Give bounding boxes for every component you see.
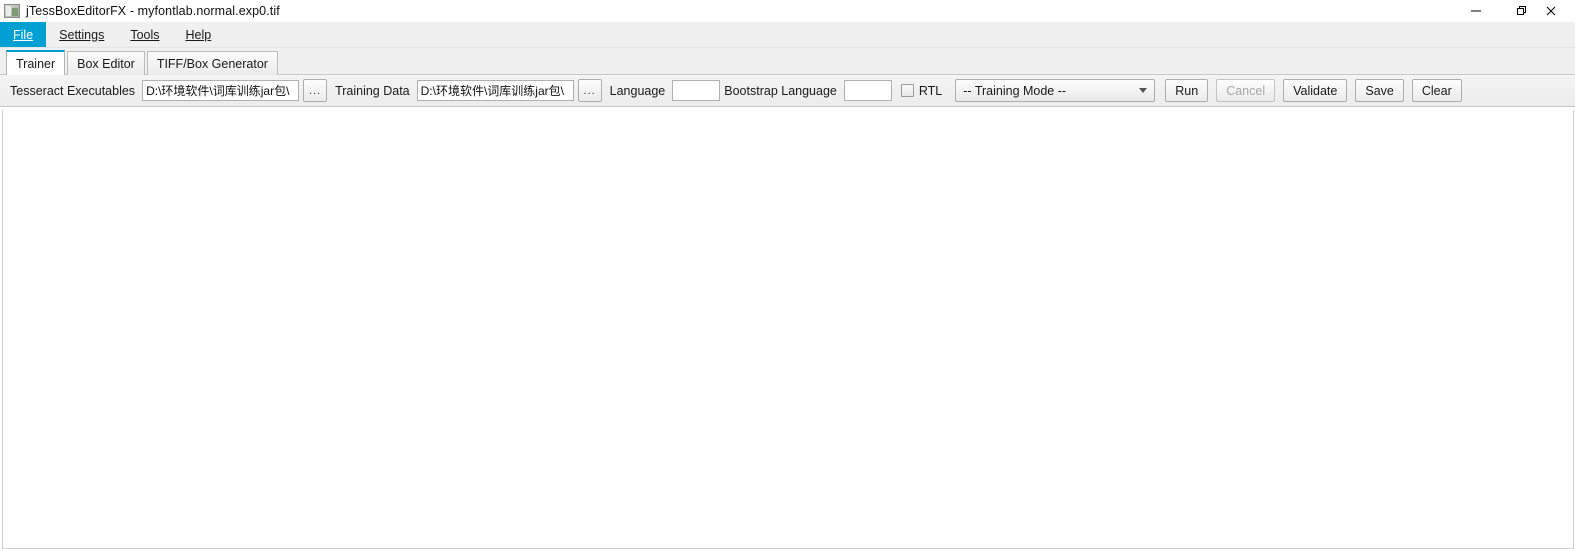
- window-title: jTessBoxEditorFX - myfontlab.normal.exp0…: [26, 4, 280, 18]
- menu-item-settings-label: Settings: [59, 27, 105, 42]
- rtl-checkbox[interactable]: [900, 84, 914, 97]
- trainer-toolbar: Tesseract Executables D:\环境软件\词库训练jar包\ …: [0, 75, 1575, 107]
- chevron-down-icon: [1139, 88, 1148, 93]
- browse-training-data-button[interactable]: ...: [577, 79, 602, 102]
- tab-tiff-box-generator-label: TIFF/Box Generator: [156, 56, 268, 71]
- menu-item-file-label: File: [13, 27, 34, 42]
- menu-bar: File Settings Tools Help: [0, 22, 1575, 48]
- close-button[interactable]: [1545, 0, 1575, 22]
- menu-item-help[interactable]: Help: [173, 22, 225, 47]
- clear-button[interactable]: Clear: [1411, 79, 1462, 102]
- training-mode-select[interactable]: -- Training Mode --: [955, 79, 1156, 102]
- title-bar: jTessBoxEditorFX - myfontlab.normal.exp0…: [0, 0, 1575, 22]
- tab-box-editor[interactable]: Box Editor: [67, 51, 145, 75]
- tab-strip: Trainer Box Editor TIFF/Box Generator: [0, 48, 1575, 75]
- rtl-label: RTL: [918, 83, 943, 98]
- language-label: Language: [609, 83, 666, 98]
- trainer-output-area[interactable]: [2, 110, 1574, 549]
- browse-tesseract-executables-button[interactable]: ...: [303, 79, 328, 102]
- menu-item-settings[interactable]: Settings: [46, 22, 117, 47]
- menu-item-file[interactable]: File: [0, 22, 47, 47]
- tab-box-editor-label: Box Editor: [77, 56, 135, 71]
- image-file-icon: [4, 4, 20, 18]
- training-data-value: D:\环境软件\词库训练jar包\: [420, 84, 564, 98]
- save-button[interactable]: Save: [1355, 79, 1404, 102]
- validate-button[interactable]: Validate: [1283, 79, 1348, 102]
- tab-trainer-label: Trainer: [16, 56, 56, 71]
- restore-button[interactable]: [1499, 0, 1545, 22]
- run-button[interactable]: Run: [1165, 79, 1209, 102]
- tesseract-executables-value: D:\环境软件\词库训练jar包\: [146, 84, 290, 98]
- language-input[interactable]: [672, 80, 721, 101]
- menu-item-tools-label: Tools: [130, 27, 160, 42]
- minimize-button[interactable]: [1453, 0, 1499, 22]
- tesseract-executables-label: Tesseract Executables: [10, 83, 136, 98]
- training-data-label: Training Data: [335, 83, 410, 98]
- tesseract-executables-input[interactable]: D:\环境软件\词库训练jar包\: [142, 80, 300, 101]
- bootstrap-language-input[interactable]: [843, 80, 892, 101]
- training-data-input[interactable]: D:\环境软件\词库训练jar包\: [416, 80, 574, 101]
- training-mode-value: -- Training Mode --: [963, 83, 1067, 98]
- menu-item-tools[interactable]: Tools: [117, 22, 172, 47]
- cancel-button: Cancel: [1216, 79, 1276, 102]
- menu-item-help-label: Help: [185, 27, 212, 42]
- tab-tiff-box-generator[interactable]: TIFF/Box Generator: [146, 51, 278, 75]
- window-controls: [1453, 0, 1575, 22]
- bootstrap-language-label: Bootstrap Language: [724, 83, 837, 98]
- tab-trainer[interactable]: Trainer: [6, 50, 66, 75]
